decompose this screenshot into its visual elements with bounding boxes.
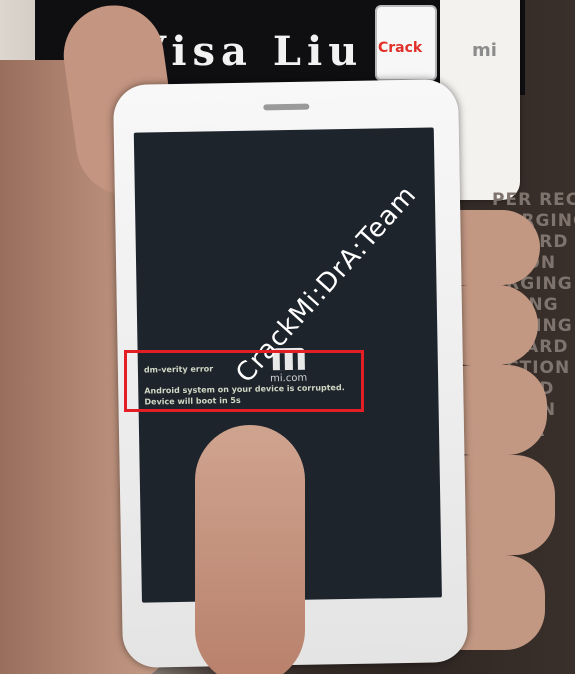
highlight-box bbox=[124, 350, 364, 412]
banner-name: Visa Liu bbox=[135, 28, 364, 75]
photo-scene: Visa Liu Crack mi PER REC HARGING RWARD … bbox=[0, 0, 575, 674]
touching-finger bbox=[195, 425, 305, 674]
mi-brand-logo: mi bbox=[472, 40, 497, 61]
earpiece bbox=[263, 103, 310, 111]
crack-logo: Crack bbox=[378, 40, 423, 56]
